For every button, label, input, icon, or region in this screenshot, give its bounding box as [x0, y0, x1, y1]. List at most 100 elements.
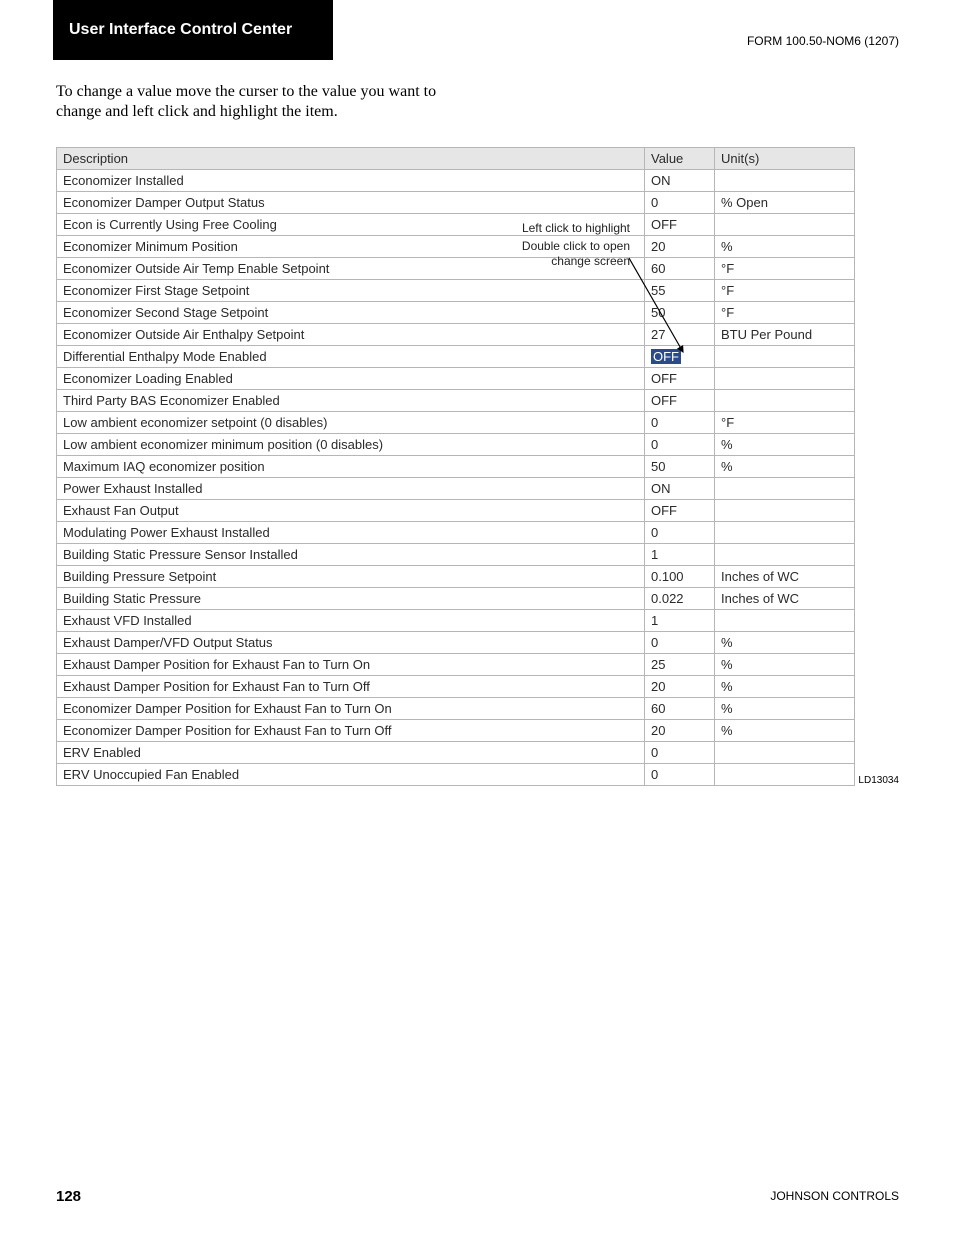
cell-description: Modulating Power Exhaust Installed	[57, 522, 645, 544]
table-header-row: Description Value Unit(s)	[57, 148, 855, 170]
cell-value[interactable]: OFF	[645, 500, 715, 522]
cell-units: Inches of WC	[715, 588, 855, 610]
table-row: Economizer InstalledON	[57, 170, 855, 192]
table-row: ERV Unoccupied Fan Enabled0	[57, 764, 855, 786]
table-row: ERV Enabled0	[57, 742, 855, 764]
cell-description: Economizer Damper Position for Exhaust F…	[57, 698, 645, 720]
cell-units	[715, 478, 855, 500]
table-row: Low ambient economizer setpoint (0 disab…	[57, 412, 855, 434]
cell-description: Maximum IAQ economizer position	[57, 456, 645, 478]
cell-units: %	[715, 698, 855, 720]
cell-description: Low ambient economizer minimum position …	[57, 434, 645, 456]
cell-units: %	[715, 654, 855, 676]
table-row: Exhaust Damper Position for Exhaust Fan …	[57, 654, 855, 676]
table-row: Third Party BAS Economizer EnabledOFF	[57, 390, 855, 412]
page-number: 128	[56, 1188, 81, 1205]
cell-units: BTU Per Pound	[715, 324, 855, 346]
cell-value[interactable]: 50	[645, 456, 715, 478]
cell-value[interactable]: 0	[645, 412, 715, 434]
table-row: Building Pressure Setpoint0.100Inches of…	[57, 566, 855, 588]
cell-value[interactable]: OFF	[645, 390, 715, 412]
table-row: Power Exhaust InstalledON	[57, 478, 855, 500]
cell-units	[715, 390, 855, 412]
table-row: Maximum IAQ economizer position50%	[57, 456, 855, 478]
cell-units: °F	[715, 412, 855, 434]
cell-value[interactable]: 20	[645, 676, 715, 698]
form-id: FORM 100.50-NOM6 (1207)	[747, 34, 899, 48]
col-header-units: Unit(s)	[715, 148, 855, 170]
table-row: Differential Enthalpy Mode EnabledOFF	[57, 346, 855, 368]
col-header-value: Value	[645, 148, 715, 170]
cell-description: Third Party BAS Economizer Enabled	[57, 390, 645, 412]
col-header-description: Description	[57, 148, 645, 170]
cell-units	[715, 544, 855, 566]
cell-units: Inches of WC	[715, 566, 855, 588]
cell-value[interactable]: 60	[645, 698, 715, 720]
cell-units: %	[715, 236, 855, 258]
cell-value[interactable]: 1	[645, 610, 715, 632]
cell-value[interactable]: 0.100	[645, 566, 715, 588]
cell-value[interactable]: 0.022	[645, 588, 715, 610]
table-row: Economizer Second Stage Setpoint50°F	[57, 302, 855, 324]
cell-value[interactable]: 0	[645, 434, 715, 456]
cell-units	[715, 764, 855, 786]
cell-units	[715, 500, 855, 522]
table-row: Low ambient economizer minimum position …	[57, 434, 855, 456]
cell-description: Economizer Damper Output Status	[57, 192, 645, 214]
cell-units	[715, 368, 855, 390]
cell-description: Power Exhaust Installed	[57, 478, 645, 500]
cell-units: %	[715, 632, 855, 654]
cell-units	[715, 610, 855, 632]
cell-value[interactable]: OFF	[645, 368, 715, 390]
cell-units	[715, 522, 855, 544]
cell-description: ERV Enabled	[57, 742, 645, 764]
cell-value[interactable]: 25	[645, 654, 715, 676]
table-row: Economizer Damper Position for Exhaust F…	[57, 720, 855, 742]
cell-value[interactable]: 0	[645, 764, 715, 786]
cell-value[interactable]: ON	[645, 478, 715, 500]
cell-description: Economizer Second Stage Setpoint	[57, 302, 645, 324]
cell-units: °F	[715, 280, 855, 302]
table-row: Economizer Damper Position for Exhaust F…	[57, 698, 855, 720]
cell-units	[715, 214, 855, 236]
cell-description: Exhaust VFD Installed	[57, 610, 645, 632]
cell-units: %	[715, 434, 855, 456]
table-row: Economizer Outside Air Enthalpy Setpoint…	[57, 324, 855, 346]
cell-description: Low ambient economizer setpoint (0 disab…	[57, 412, 645, 434]
cell-value[interactable]: 0	[645, 192, 715, 214]
cell-value[interactable]: ON	[645, 170, 715, 192]
cell-units: °F	[715, 258, 855, 280]
annotation-arrow-icon	[629, 258, 689, 358]
annotation-line-1: Left click to highlight	[430, 221, 630, 235]
cell-units: °F	[715, 302, 855, 324]
cell-value[interactable]: 0	[645, 632, 715, 654]
cell-units: %	[715, 456, 855, 478]
cell-value[interactable]: 0	[645, 522, 715, 544]
table-row: Exhaust Damper Position for Exhaust Fan …	[57, 676, 855, 698]
cell-description: Economizer Outside Air Enthalpy Setpoint	[57, 324, 645, 346]
annotation-line-3: change screen	[430, 254, 630, 268]
cell-description: Building Static Pressure	[57, 588, 645, 610]
cell-description: Economizer Loading Enabled	[57, 368, 645, 390]
table-row: Economizer First Stage Setpoint55°F	[57, 280, 855, 302]
annotation-line-2: Double click to open	[430, 239, 630, 253]
cell-value[interactable]: 1	[645, 544, 715, 566]
table-row: Modulating Power Exhaust Installed0	[57, 522, 855, 544]
table-row: Building Static Pressure0.022Inches of W…	[57, 588, 855, 610]
cell-value[interactable]: 20	[645, 720, 715, 742]
cell-description: Exhaust Fan Output	[57, 500, 645, 522]
table-row: Building Static Pressure Sensor Installe…	[57, 544, 855, 566]
page-title-band: User Interface Control Center	[53, 0, 333, 60]
cell-description: Economizer Installed	[57, 170, 645, 192]
cell-value[interactable]: 20	[645, 236, 715, 258]
instructions-text: To change a value move the curser to the…	[56, 82, 476, 122]
cell-description: Exhaust Damper Position for Exhaust Fan …	[57, 654, 645, 676]
company-name: JOHNSON CONTROLS	[770, 1189, 899, 1203]
cell-units	[715, 170, 855, 192]
table-row: Economizer Damper Output Status0% Open	[57, 192, 855, 214]
cell-value[interactable]: 0	[645, 742, 715, 764]
figure-label: LD13034	[858, 775, 899, 786]
cell-description: Exhaust Damper/VFD Output Status	[57, 632, 645, 654]
cell-description: Building Static Pressure Sensor Installe…	[57, 544, 645, 566]
cell-value[interactable]: OFF	[645, 214, 715, 236]
